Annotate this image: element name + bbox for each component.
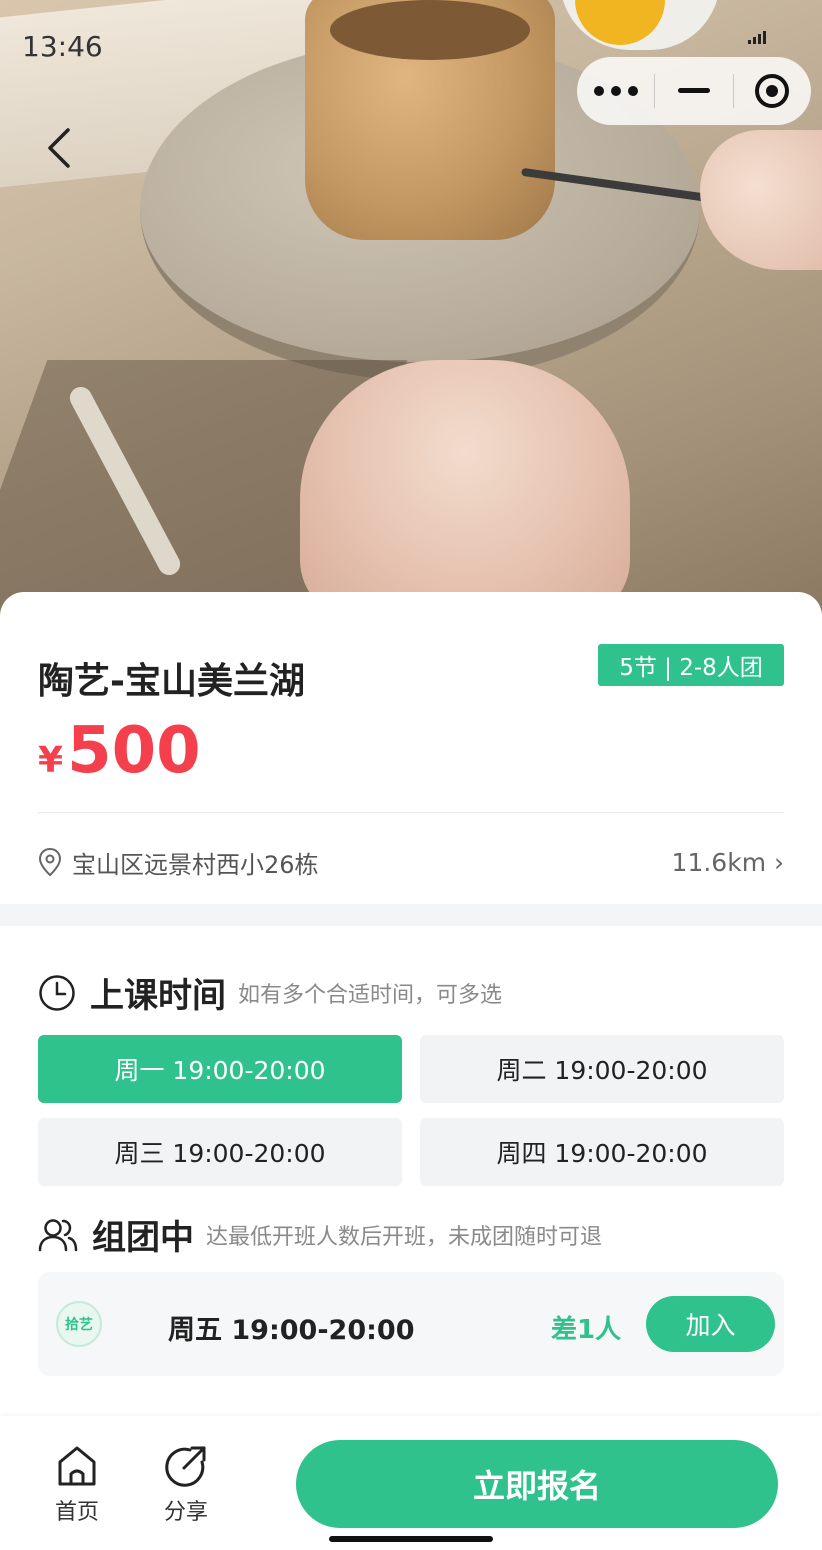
group-item: 拾艺 周五 19:00-20:00 差1人 加入	[38, 1272, 784, 1376]
location-pin-icon	[38, 847, 62, 877]
group-header: 组团中 达最低开班人数后开班，未成团随时可退	[38, 1210, 602, 1259]
bottom-bar: 首页 分享 立即报名	[0, 1416, 822, 1550]
clay-pot-rim	[330, 0, 530, 60]
schedule-title: 上课时间	[90, 976, 226, 1016]
signal-icon	[748, 30, 766, 44]
group-title: 组团中	[92, 1218, 194, 1258]
nav-share-label: 分享	[163, 1500, 208, 1525]
chevron-left-icon	[48, 128, 70, 168]
home-icon	[58, 1446, 96, 1486]
join-button[interactable]: 加入	[646, 1296, 775, 1352]
price: ¥ 500	[38, 714, 201, 788]
price-value: 500	[67, 714, 201, 788]
users-icon	[38, 1218, 78, 1251]
left-hand	[300, 360, 630, 620]
minus-icon	[677, 88, 710, 93]
minimize-button[interactable]	[655, 57, 732, 125]
nav-home[interactable]: 首页	[37, 1444, 117, 1526]
home-indicator	[329, 1536, 493, 1542]
group-time: 周五 19:00-20:00	[168, 1315, 415, 1346]
address: 宝山区远景村西小26栋	[72, 850, 319, 879]
currency-symbol: ¥	[38, 740, 64, 781]
section-gap	[0, 904, 822, 926]
back-button[interactable]	[40, 124, 80, 172]
clock-icon	[39, 974, 75, 1011]
nav-home-label: 首页	[54, 1500, 99, 1525]
time-slot-tuesday[interactable]: 周二 19:00-20:00	[420, 1035, 784, 1103]
time-slot-thursday[interactable]: 周四 19:00-20:00	[420, 1118, 784, 1186]
more-button[interactable]	[577, 57, 654, 125]
nav-share[interactable]: 分享	[146, 1444, 226, 1526]
capsule-menu	[577, 57, 811, 125]
right-hand	[700, 130, 822, 270]
share-icon	[165, 1446, 206, 1487]
group-subtitle: 达最低开班人数后开班，未成团随时可退	[206, 1224, 603, 1250]
schedule-subtitle: 如有多个合适时间，可多选	[238, 982, 503, 1008]
close-button[interactable]	[734, 57, 811, 125]
time-slot-wednesday[interactable]: 周三 19:00-20:00	[38, 1118, 402, 1186]
distance: 11.6km ›	[671, 848, 784, 877]
group-need: 差1人	[551, 1315, 622, 1345]
class-tag: 5节 | 2-8人团	[598, 644, 784, 686]
brand-logo: 拾艺	[56, 1301, 102, 1347]
schedule-header: 上课时间 如有多个合适时间，可多选	[38, 968, 502, 1017]
more-dots-icon	[593, 86, 638, 96]
brand-logo-text: 拾艺	[65, 1317, 93, 1333]
divider	[38, 812, 784, 813]
target-close-icon	[755, 74, 790, 108]
signup-button[interactable]: 立即报名	[296, 1440, 778, 1528]
status-time: 13:46	[22, 30, 103, 63]
location-row[interactable]: 宝山区远景村西小26栋 11.6km ›	[38, 842, 784, 882]
product-title: 陶艺-宝山美兰湖	[38, 661, 305, 702]
time-slot-monday[interactable]: 周一 19:00-20:00	[38, 1035, 402, 1103]
